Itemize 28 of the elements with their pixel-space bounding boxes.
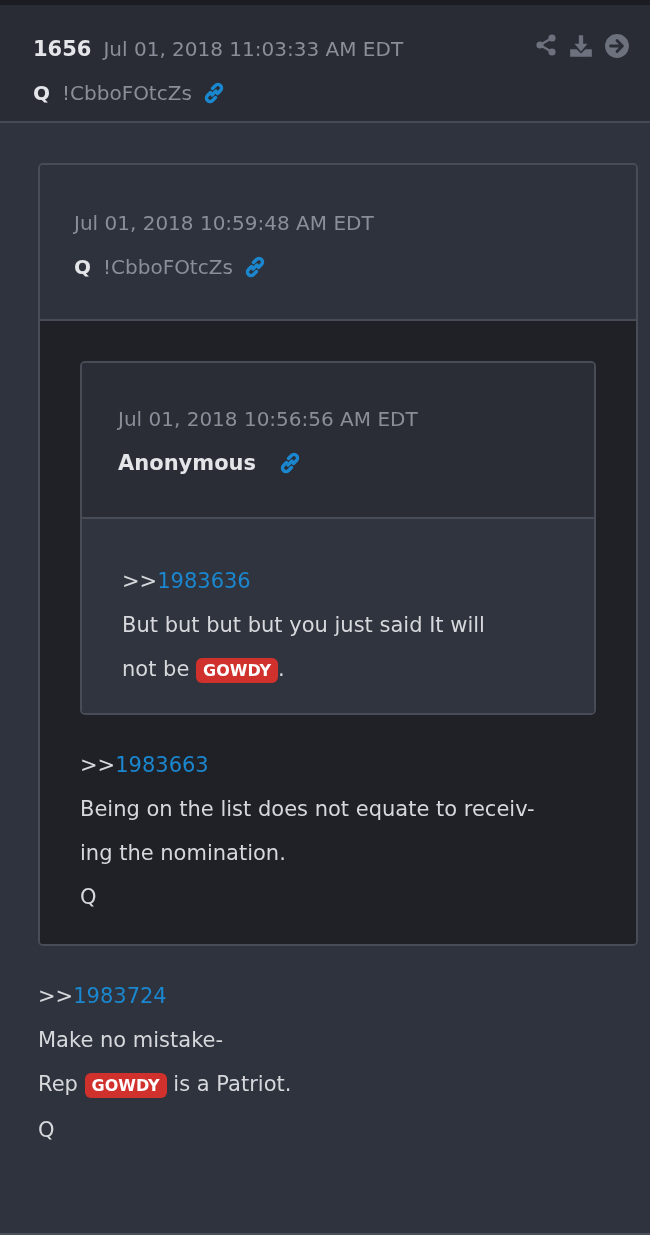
message-line: Rep GOWDY is a Patriot. bbox=[38, 1071, 293, 1100]
author-name: Q bbox=[74, 255, 91, 279]
name-tag: GOWDY bbox=[84, 1073, 167, 1098]
message-line: Make no mistake- bbox=[38, 1027, 225, 1054]
message-line: Q bbox=[80, 884, 98, 911]
message-line: ing the nomination. bbox=[80, 840, 287, 867]
post-date: Jul 01, 2018 10:56:56 AM EDT bbox=[118, 407, 418, 431]
message-line: Q bbox=[38, 1117, 56, 1144]
arrow-right-icon[interactable] bbox=[604, 33, 630, 59]
post-reference-link[interactable]: 1983636 bbox=[157, 569, 251, 593]
post-reference-link[interactable]: 1983663 bbox=[115, 753, 209, 777]
download-icon[interactable] bbox=[568, 33, 594, 59]
message-line: not be GOWDY . bbox=[122, 656, 286, 685]
post-reference-link[interactable]: 1983724 bbox=[73, 984, 167, 1008]
post-date: Jul 01, 2018 11:03:33 AM EDT bbox=[103, 37, 404, 61]
tripcode: !CbboFOtcZs bbox=[62, 81, 192, 105]
message-line: >>1983636 bbox=[122, 568, 252, 595]
message-line: >>1983663 bbox=[80, 752, 210, 779]
tripcode: !CbboFOtcZs bbox=[103, 255, 233, 279]
post-number: 1656 bbox=[33, 37, 92, 61]
name-tag: GOWDY bbox=[196, 658, 279, 683]
author-name: Q bbox=[33, 81, 50, 105]
share-icon[interactable] bbox=[534, 33, 558, 57]
author-name: Anonymous bbox=[118, 451, 257, 475]
message-line: Being on the list does not equate to receiv- bbox=[80, 796, 536, 823]
message-line: But but but but you just said It will bbox=[122, 612, 486, 639]
message-line: >>1983724 bbox=[38, 983, 168, 1010]
post-date: Jul 01, 2018 10:59:48 AM EDT bbox=[74, 211, 374, 235]
